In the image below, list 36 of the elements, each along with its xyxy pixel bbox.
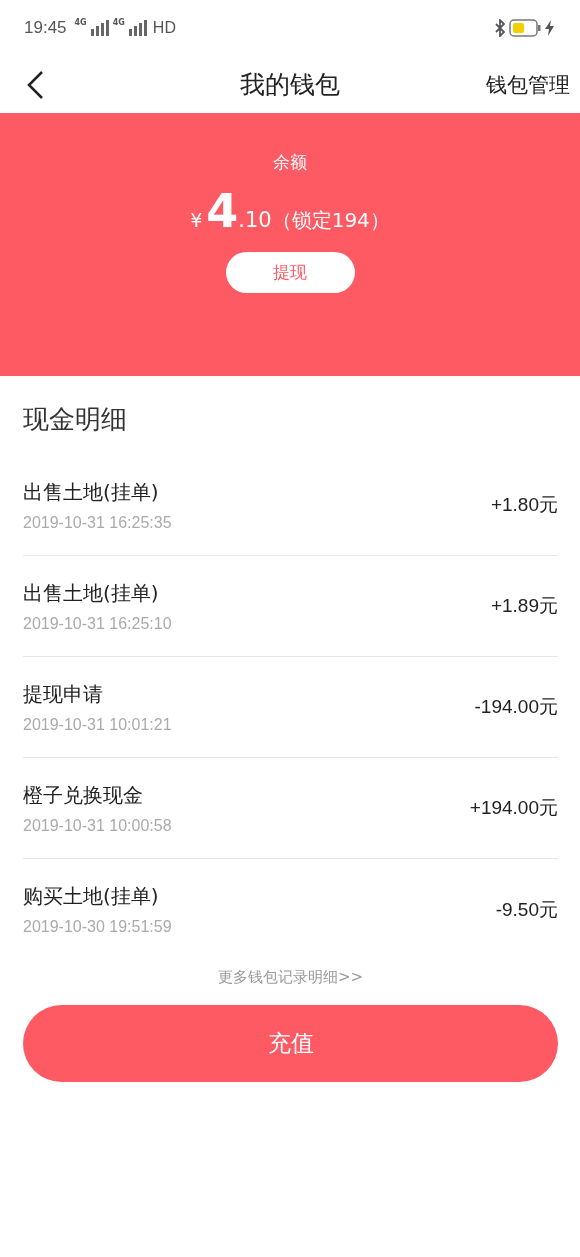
more-records-link[interactable]: 更多钱包记录明细>> [217,968,364,987]
transaction-name: 提现申请 [23,680,104,708]
locked-amount: （锁定194） [271,207,390,234]
battery-icon [509,19,541,37]
signal-icon [128,20,147,36]
wallet-manage-link[interactable]: 钱包管理 [486,70,570,99]
recharge-button[interactable]: 充值 [23,1005,558,1082]
transaction-time: 2019-10-31 16:25:35 [23,513,172,532]
transaction-amount: -9.50元 [495,897,558,922]
transaction-time: 2019-10-31 10:01:21 [23,715,172,734]
section-title: 现金明细 [23,403,128,436]
transaction-time: 2019-10-30 19:51:59 [23,918,172,936]
transaction-amount: -194.00元 [474,695,558,719]
transaction-name: 橙子兑换现金 [23,781,144,809]
transaction-name: 购买土地(挂单) [23,883,160,910]
charging-icon [545,20,554,36]
transaction-amount: +1.80元 [490,493,558,517]
network-label: 4G [112,18,125,27]
network-label: 4G [74,18,87,27]
transaction-time: 2019-10-31 10:00:58 [23,816,172,835]
transaction-time: 2019-10-31 16:25:10 [23,614,172,633]
bluetooth-icon [495,19,505,37]
transaction-amount: +1.89元 [490,594,558,618]
hd-label: HD [152,19,176,37]
signal-icon [90,20,109,36]
balance-decimal: .10 [238,208,272,232]
withdraw-button[interactable]: 提现 [225,252,355,293]
back-icon[interactable] [26,69,44,100]
currency-symbol: ¥ [190,209,203,231]
status-time: 19:45 [24,18,67,38]
balance-integer: 4 [206,188,239,234]
page-title: 我的钱包 [240,69,340,101]
transaction-amount: +194.00元 [469,796,558,820]
transaction-name: 出售土地(挂单) [23,579,160,607]
transaction-name: 出售土地(挂单) [23,478,160,506]
balance-label: 余额 [273,151,307,174]
